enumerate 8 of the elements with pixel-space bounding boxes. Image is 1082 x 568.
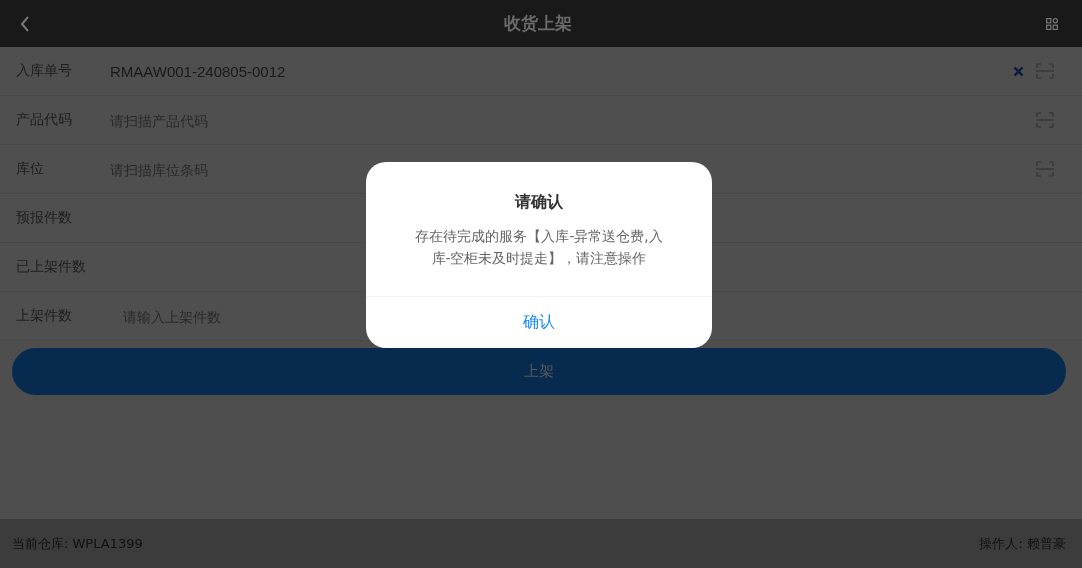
grid-menu-icon[interactable] <box>1046 17 1058 30</box>
dialog-message: 存在待完成的服务【入库-异常送仓费,入库-空柜未及时提走】，请注意操作 <box>414 227 664 268</box>
back-icon[interactable] <box>20 15 30 32</box>
dialog-title: 请确认 <box>515 192 563 213</box>
confirm-button[interactable]: 确认 <box>366 296 712 348</box>
page-title: 收货上架 <box>504 12 572 35</box>
clear-icon[interactable] <box>1013 65 1024 77</box>
shelve-button[interactable]: 上架 <box>12 348 1066 395</box>
